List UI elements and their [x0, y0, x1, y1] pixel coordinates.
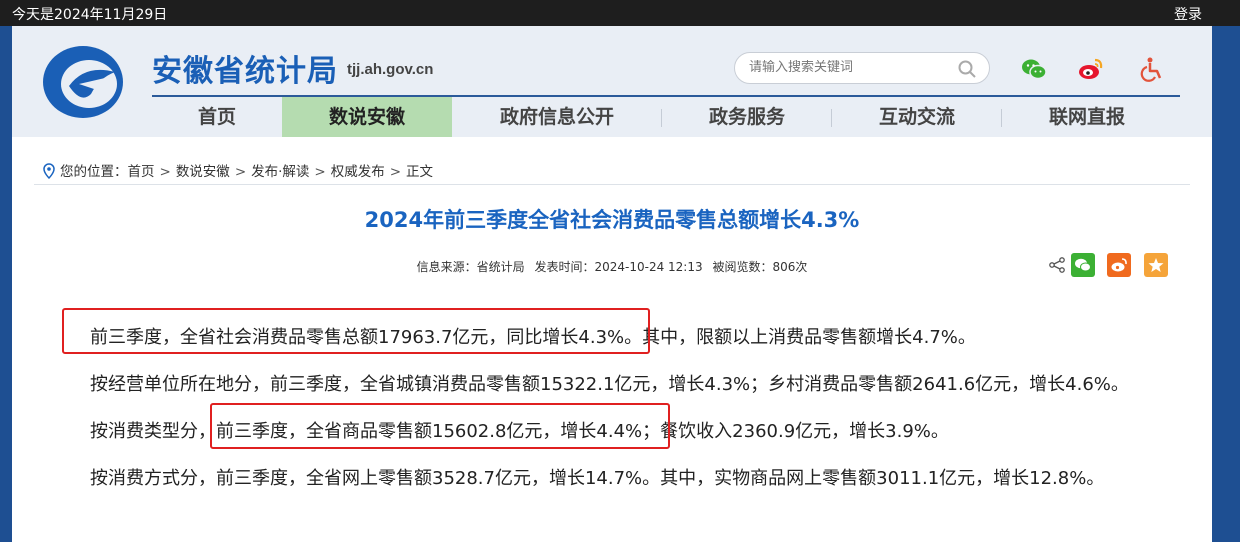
highlight-box [62, 308, 650, 354]
article-paragraph: 按经营单位所在地分，前三季度，全省城镇消费品零售额15322.1亿元，增长4.3… [90, 374, 1129, 395]
weibo-icon[interactable] [1077, 55, 1105, 83]
wechat-icon[interactable] [1020, 55, 1048, 83]
main-nav: 首页 数说安徽 政府信息公开 政务服务 互动交流 联网直报 [152, 95, 1180, 137]
breadcrumb-separator: > [314, 164, 326, 180]
share-icon[interactable] [1048, 256, 1066, 274]
wechat-share-icon [1075, 258, 1091, 272]
nav-online-report[interactable]: 联网直报 [1002, 97, 1172, 137]
nav-home[interactable]: 首页 [152, 97, 282, 137]
article-source: 信息来源：省统计局 [416, 260, 525, 274]
search-icon[interactable] [957, 59, 977, 79]
divider [34, 184, 1190, 185]
breadcrumb-label: 您的位置： [60, 164, 128, 180]
nav-data-anhui[interactable]: 数说安徽 [282, 97, 452, 137]
weibo-share-button[interactable] [1107, 253, 1131, 277]
breadcrumb-data-anhui[interactable]: 数说安徽 [176, 164, 230, 180]
breadcrumb-separator: > [159, 164, 171, 180]
site-logo[interactable] [39, 42, 127, 122]
login-link[interactable]: 登录 [1174, 4, 1202, 24]
article-title: 2024年前三季度全省社会消费品零售总额增长4.3% [364, 208, 860, 232]
nav-interaction[interactable]: 互动交流 [832, 97, 1002, 137]
breadcrumb-separator: > [234, 164, 247, 180]
current-date: 今天是2024年11月29日 [12, 7, 168, 23]
wechat-share-button[interactable] [1071, 253, 1095, 277]
page-container: 安徽省统计局 tjj.ah.gov.cn 请输入搜索关键词 首页 数说安徽 政府… [12, 26, 1212, 542]
site-name[interactable]: 安徽省统计局 [152, 46, 338, 90]
site-domain: tjj.ah.gov.cn [347, 61, 434, 78]
search-input[interactable] [749, 60, 949, 75]
top-bar: 今天是2024年11月29日 登录 [0, 0, 1240, 26]
breadcrumb-separator: > [389, 164, 402, 180]
article-date: 发表时间：2024-10-24 12:13 [534, 260, 703, 274]
highlight-box [210, 403, 670, 449]
breadcrumb-current: 正文 [406, 164, 434, 180]
article-views: 被阅览数：806次 [712, 260, 808, 274]
location-pin-icon [43, 163, 55, 179]
site-header: 安徽省统计局 tjj.ah.gov.cn 请输入搜索关键词 首页 数说安徽 政府… [12, 26, 1212, 137]
accessibility-icon[interactable] [1138, 55, 1166, 83]
breadcrumb-authoritative[interactable]: 权威发布 [331, 164, 385, 180]
nav-gov-info[interactable]: 政府信息公开 [452, 97, 662, 137]
article-paragraph: 按消费方式分，前三季度，全省网上零售额3528.7亿元，增长14.7%。其中，实… [90, 468, 1105, 489]
search-box [734, 52, 990, 84]
weibo-share-icon [1111, 258, 1127, 272]
breadcrumb: 您的位置：首页 > 数说安徽 > 发布·解读 > 权威发布 > 正文 [42, 160, 433, 180]
favorite-button[interactable] [1144, 253, 1168, 277]
favorite-icon [1148, 258, 1164, 272]
breadcrumb-release[interactable]: 发布·解读 [251, 164, 309, 180]
article-meta: 信息来源：省统计局 发表时间：2024-10-24 12:13 被阅览数：806… [12, 258, 1212, 275]
nav-gov-services[interactable]: 政务服务 [662, 97, 832, 137]
breadcrumb-home[interactable]: 首页 [128, 164, 155, 180]
